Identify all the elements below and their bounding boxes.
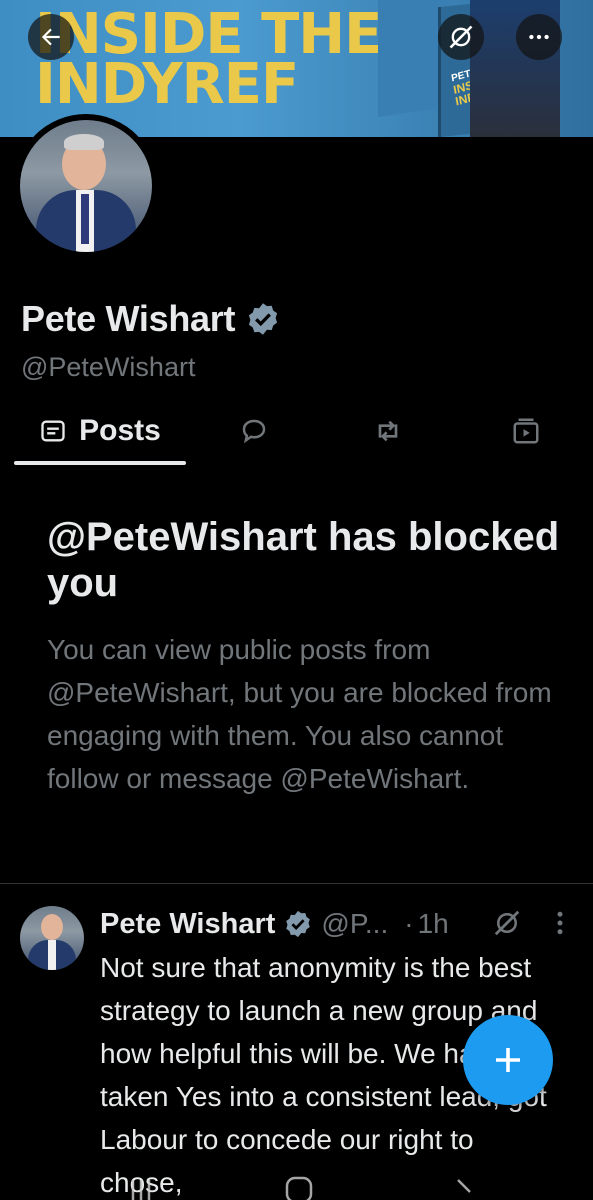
tweet-author-handle[interactable]: @P... bbox=[321, 908, 388, 940]
nav-back-button[interactable] bbox=[452, 1172, 478, 1200]
arrow-left-icon bbox=[41, 28, 60, 46]
banner-title: INSIDE THE INDYREF bbox=[35, 7, 382, 117]
active-tab-indicator bbox=[14, 461, 186, 465]
blocked-description: You can view public posts from @PeteWish… bbox=[47, 634, 552, 794]
home-button[interactable] bbox=[284, 1172, 314, 1200]
posts-icon bbox=[41, 420, 65, 442]
home-icon bbox=[285, 1176, 313, 1200]
more-vertical-icon bbox=[557, 911, 563, 935]
repost-icon bbox=[378, 420, 398, 442]
more-options-button[interactable] bbox=[516, 14, 562, 60]
tweet-header: Pete Wishart @P... · 1h bbox=[100, 904, 449, 944]
tweet-grok-button[interactable] bbox=[492, 908, 522, 943]
more-dots-icon bbox=[529, 34, 549, 40]
tweet-more-button[interactable] bbox=[550, 908, 570, 943]
verified-badge-icon[interactable] bbox=[283, 909, 313, 939]
avatar bbox=[20, 120, 152, 252]
speech-bubble-icon bbox=[242, 419, 266, 444]
tweet-timestamp[interactable]: 1h bbox=[418, 908, 449, 940]
tab-posts-label: Posts bbox=[79, 414, 161, 447]
profile-avatar[interactable] bbox=[14, 114, 158, 258]
tweet-author-name[interactable]: Pete Wishart bbox=[100, 908, 275, 941]
tab-media[interactable] bbox=[494, 400, 558, 462]
grok-button[interactable] bbox=[438, 14, 484, 60]
blocked-title: @PeteWishart has blocked you bbox=[47, 515, 560, 605]
tab-reposts[interactable] bbox=[356, 400, 420, 462]
back-button[interactable] bbox=[28, 14, 74, 60]
media-icon bbox=[513, 418, 539, 444]
divider bbox=[0, 883, 593, 884]
plus-icon bbox=[496, 1048, 520, 1072]
verified-badge-icon[interactable] bbox=[245, 301, 281, 337]
profile-tabs: Posts bbox=[0, 400, 593, 466]
tweet-avatar[interactable] bbox=[20, 906, 84, 970]
tab-posts[interactable]: Posts bbox=[14, 400, 186, 462]
tab-replies[interactable] bbox=[222, 400, 286, 462]
grok-icon bbox=[494, 910, 520, 936]
tweet-separator: · bbox=[404, 908, 414, 939]
compose-button[interactable] bbox=[463, 1015, 553, 1105]
profile-name-row: Pete Wishart bbox=[21, 298, 281, 340]
grok-icon bbox=[449, 25, 473, 49]
profile-name: Pete Wishart bbox=[21, 298, 236, 339]
banner-line-2: INDYREF bbox=[35, 52, 299, 117]
recent-apps-button[interactable] bbox=[130, 1172, 152, 1200]
profile-handle: @PeteWishart bbox=[21, 352, 196, 382]
recent-apps-icon bbox=[131, 1180, 151, 1200]
chevron-left-icon bbox=[457, 1179, 471, 1193]
